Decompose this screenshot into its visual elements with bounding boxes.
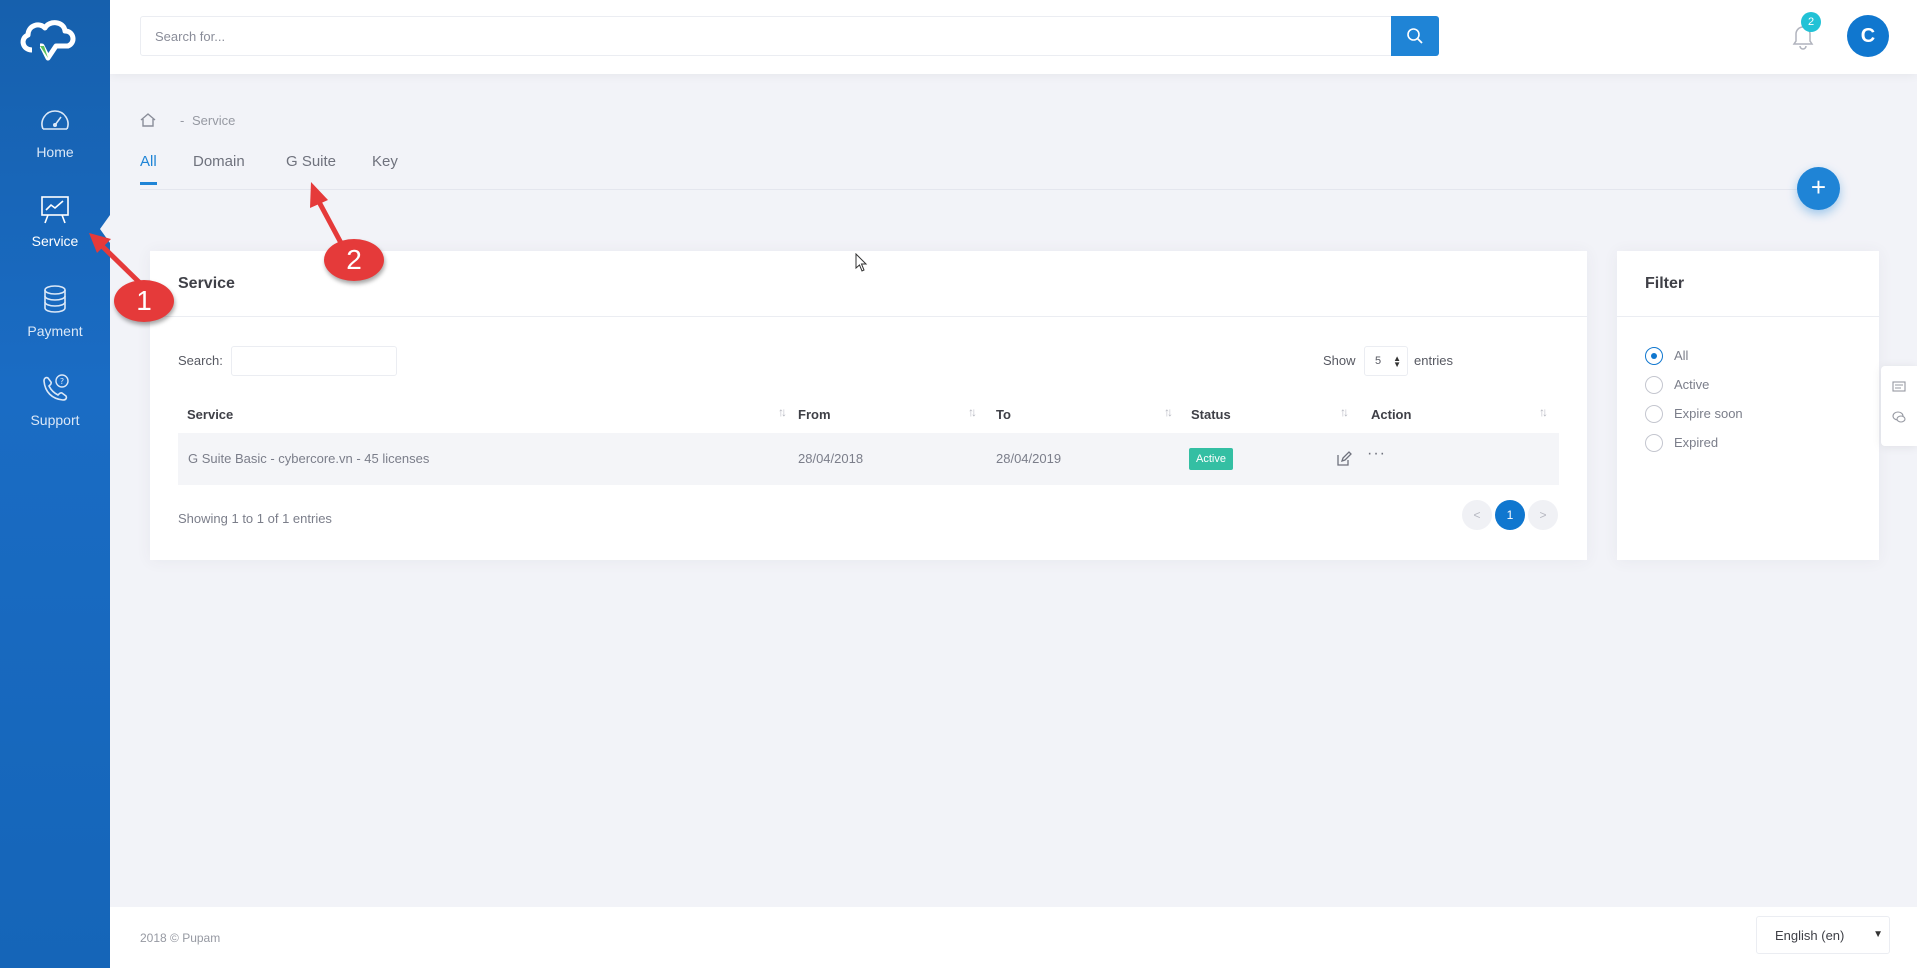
table-search-input[interactable] <box>231 346 397 376</box>
sort-icon[interactable]: ↑↓ <box>1164 405 1173 419</box>
language-select[interactable]: English (en) ▼ <box>1756 916 1890 954</box>
table-header-row: Service ↑↓ From ↑↓ To ↑↓ Status ↑↓ Actio… <box>178 399 1559 433</box>
sidebar: Home Service Payment ? Support <box>0 0 110 968</box>
show-label: Show <box>1323 353 1356 368</box>
side-tools <box>1881 366 1917 446</box>
cell-to: 28/04/2019 <box>996 451 1062 466</box>
cell-from: 28/04/2018 <box>798 451 864 466</box>
global-search-button[interactable] <box>1391 16 1439 56</box>
annotation-badge-2: 2 <box>324 239 384 281</box>
annotation-badge-1: 1 <box>114 280 174 322</box>
column-header-action[interactable]: Action <box>1371 407 1411 422</box>
filter-radio-all[interactable] <box>1645 347 1663 365</box>
coins-icon <box>44 285 66 313</box>
breadcrumb-separator: - <box>180 113 185 128</box>
cloud-logo-icon[interactable] <box>18 16 78 64</box>
table-row[interactable]: G Suite Basic - cybercore.vn - 45 licens… <box>178 433 1559 485</box>
search-icon <box>1407 28 1423 44</box>
tab-g-suite[interactable]: G Suite <box>286 153 336 182</box>
speedometer-icon <box>41 110 69 130</box>
column-header-status[interactable]: Status <box>1191 407 1231 422</box>
pagination-page-button[interactable]: 1 <box>1495 500 1525 530</box>
notification-badge: 2 <box>1801 12 1821 32</box>
tab-all[interactable]: All <box>140 153 157 185</box>
pagination-next-button[interactable]: > <box>1528 500 1558 530</box>
sidebar-item-label: Support <box>30 412 80 428</box>
breadcrumb-current: Service <box>192 113 236 128</box>
global-search-box <box>140 16 1408 56</box>
entries-label: entries <box>1414 353 1454 368</box>
filter-radio-expire-soon[interactable] <box>1645 405 1663 423</box>
filter-label-expire-soon[interactable]: Expire soon <box>1674 406 1743 421</box>
phone-help-icon: ? <box>43 374 69 401</box>
filter-radio-expired[interactable] <box>1645 434 1663 452</box>
filter-label-expired[interactable]: Expired <box>1674 435 1718 450</box>
table-search-label: Search: <box>178 353 223 368</box>
status-badge: Active <box>1189 448 1233 470</box>
service-panel: Service Search: Show 5 ▲ ▼ entries Servic… <box>150 251 1587 560</box>
sidebar-item-home[interactable]: Home <box>0 104 110 184</box>
sidebar-item-label: Home <box>36 144 74 160</box>
entries-value: 5 <box>1375 355 1382 367</box>
column-header-service[interactable]: Service <box>187 407 233 422</box>
filter-panel-title: Filter <box>1617 251 1879 317</box>
sidebar-item-label: Payment <box>27 323 83 339</box>
add-service-button[interactable]: + <box>1797 167 1840 210</box>
sort-icon[interactable]: ↑↓ <box>968 405 977 419</box>
column-header-to[interactable]: To <box>996 407 1011 422</box>
footer: 2018 © Pupam English (en) ▼ <box>110 907 1917 968</box>
sort-icon[interactable]: ↑↓ <box>778 405 787 419</box>
tab-key[interactable]: Key <box>372 153 398 182</box>
filter-label-all[interactable]: All <box>1674 348 1688 363</box>
pagination-prev-button[interactable]: < <box>1462 500 1492 530</box>
sidebar-item-service[interactable]: Service <box>0 193 110 273</box>
message-icon[interactable] <box>1892 380 1906 394</box>
sidebar-item-label: Service <box>31 233 79 249</box>
filter-panel: Filter All Active Expire soon Expired <box>1617 251 1879 560</box>
home-icon[interactable] <box>139 111 157 129</box>
avatar[interactable]: C <box>1847 15 1889 57</box>
service-tabs: All Domain G Suite Key <box>140 150 1840 190</box>
caret-down-icon: ▼ <box>1873 929 1883 940</box>
copyright-text: 2018 © Pupam <box>140 931 221 945</box>
table-info: Showing 1 to 1 of 1 entries <box>178 511 332 526</box>
sidebar-item-payment[interactable]: Payment <box>0 283 110 363</box>
global-search-input[interactable] <box>141 17 1407 55</box>
more-actions-icon[interactable]: ··· <box>1367 445 1386 463</box>
language-value: English (en) <box>1775 928 1845 943</box>
filter-label-active[interactable]: Active <box>1674 377 1709 392</box>
sort-icon[interactable]: ↑↓ <box>1340 405 1349 419</box>
top-header <box>110 0 1917 74</box>
svg-text:?: ? <box>60 377 64 386</box>
mouse-cursor-icon <box>855 253 868 272</box>
sort-icon[interactable]: ↑↓ <box>1539 405 1548 419</box>
edit-icon[interactable] <box>1336 451 1352 467</box>
column-header-from[interactable]: From <box>798 407 831 422</box>
sidebar-item-support[interactable]: ? Support <box>0 372 110 452</box>
entries-select[interactable]: 5 ▲ ▼ <box>1364 346 1408 376</box>
presentation-chart-icon <box>41 196 69 224</box>
sort-updown-icon: ▲ ▼ <box>1393 354 1401 369</box>
filter-radio-active[interactable] <box>1645 376 1663 394</box>
tab-domain[interactable]: Domain <box>193 153 245 182</box>
chat-icon[interactable] <box>1892 410 1906 424</box>
cell-service: G Suite Basic - cybercore.vn - 45 licens… <box>188 451 430 466</box>
